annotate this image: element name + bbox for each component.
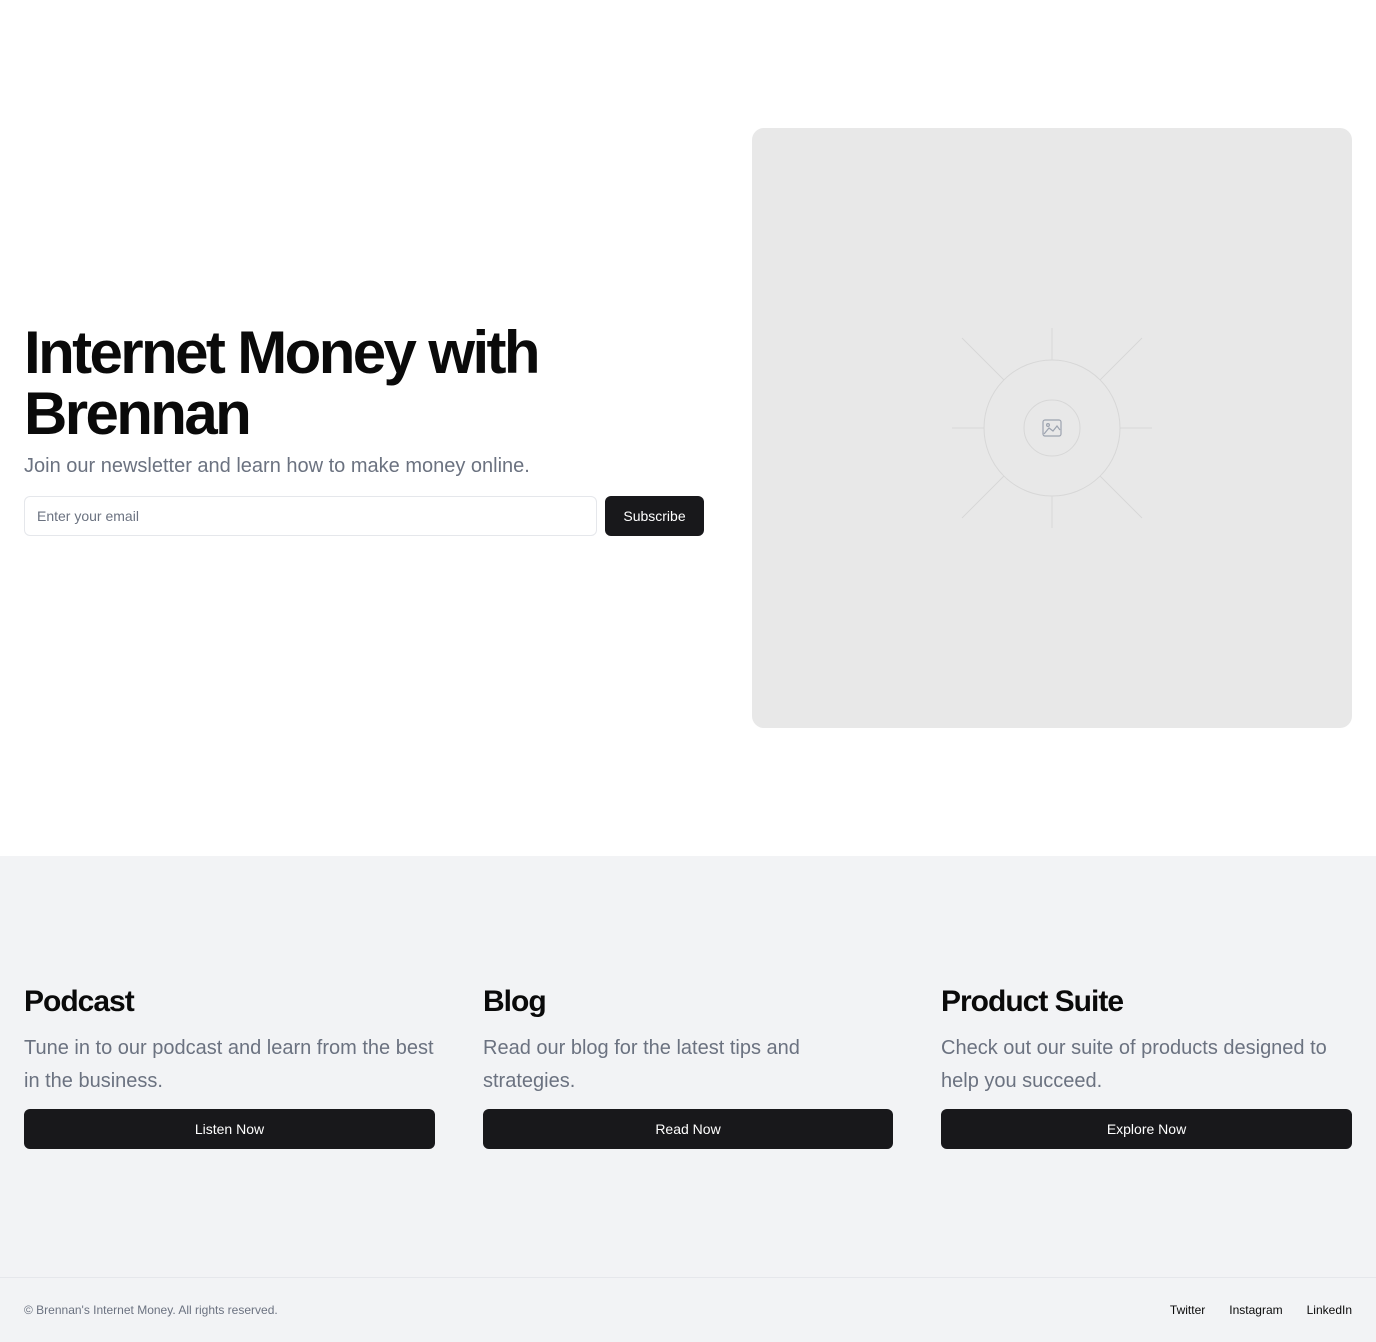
hero-image-placeholder (752, 128, 1352, 728)
features-section: Podcast Tune in to our podcast and learn… (0, 856, 1376, 1277)
hero-section: Internet Money with Brennan Join our new… (0, 0, 1376, 856)
feature-podcast: Podcast Tune in to our podcast and learn… (24, 984, 435, 1149)
email-input[interactable] (24, 496, 597, 536)
copyright-text: © Brennan's Internet Money. All rights r… (24, 1303, 278, 1317)
newsletter-form: Subscribe (24, 496, 704, 536)
feature-blog: Blog Read our blog for the latest tips a… (483, 984, 893, 1149)
feature-description: Check out our suite of products designed… (941, 1037, 1327, 1092)
read-now-button[interactable]: Read Now (483, 1109, 893, 1149)
feature-description: Read our blog for the latest tips and st… (483, 1037, 800, 1092)
footer-link-linkedin[interactable]: LinkedIn (1307, 1302, 1352, 1318)
footer-link-twitter[interactable]: Twitter (1170, 1302, 1205, 1318)
feature-description: Tune in to our podcast and learn from th… (24, 1037, 434, 1092)
image-placeholder-icon (952, 328, 1152, 528)
feature-title: Product Suite (941, 985, 1124, 1018)
hero-title: Internet Money with Brennan (24, 319, 541, 447)
footer-link-instagram[interactable]: Instagram (1229, 1302, 1282, 1318)
site-footer: © Brennan's Internet Money. All rights r… (0, 1277, 1376, 1342)
hero-content: Internet Money with Brennan Join our new… (24, 322, 704, 536)
explore-now-button[interactable]: Explore Now (941, 1109, 1352, 1149)
feature-title: Blog (483, 985, 547, 1018)
subscribe-button[interactable]: Subscribe (605, 496, 704, 536)
hero-subtitle: Join our newsletter and learn how to mak… (24, 455, 530, 477)
feature-product-suite: Product Suite Check out our suite of pro… (941, 984, 1352, 1149)
footer-links: Twitter Instagram LinkedIn (1170, 1302, 1352, 1318)
listen-now-button[interactable]: Listen Now (24, 1109, 435, 1149)
feature-title: Podcast (24, 985, 135, 1018)
